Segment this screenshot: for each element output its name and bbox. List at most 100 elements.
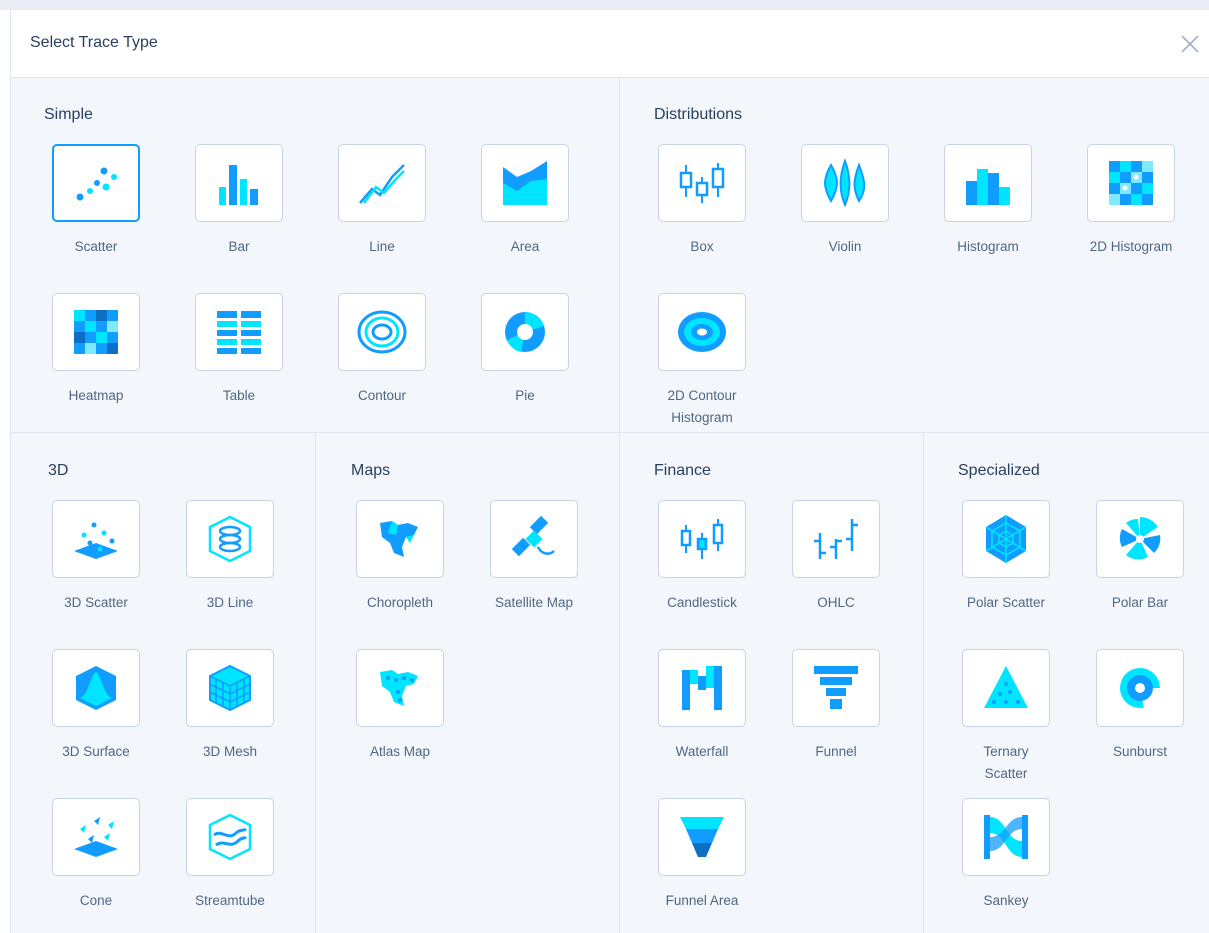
trace-heatmap[interactable]: Heatmap bbox=[52, 293, 172, 433]
waterfall-icon bbox=[682, 666, 722, 710]
trace-icon-box bbox=[658, 500, 746, 578]
trace-violin[interactable]: Violin bbox=[801, 144, 921, 284]
trace-icon-box bbox=[1096, 500, 1184, 578]
trace-icon-box bbox=[658, 649, 746, 727]
trace-histogram[interactable]: Histogram bbox=[944, 144, 1064, 284]
surface-3d-icon bbox=[76, 666, 116, 710]
trace-icon-box bbox=[52, 144, 140, 222]
trace-label: Area bbox=[510, 239, 540, 254]
trace-label: 2D Contour Histogram bbox=[667, 388, 737, 425]
trace-atlas-map[interactable]: Atlas Map bbox=[356, 649, 476, 789]
streamtube-icon bbox=[208, 813, 252, 861]
trace-funnel-area[interactable]: Funnel Area bbox=[658, 798, 778, 933]
trace-line[interactable]: Line bbox=[338, 144, 458, 284]
trace-icon-box bbox=[52, 649, 140, 727]
trace-icon-box bbox=[792, 649, 880, 727]
trace-label: 2D Histogram bbox=[1089, 239, 1173, 254]
trace-3d-mesh[interactable]: 3D Mesh bbox=[186, 649, 306, 789]
trace-choropleth[interactable]: Choropleth bbox=[356, 500, 476, 640]
choropleth-icon bbox=[380, 521, 418, 557]
trace-polar-scatter[interactable]: Polar Scatter bbox=[962, 500, 1082, 640]
trace-label: Violin bbox=[828, 239, 862, 254]
trace-label: Histogram bbox=[957, 239, 1019, 254]
polar-scatter-icon bbox=[985, 515, 1027, 563]
atlas-map-icon bbox=[380, 670, 418, 706]
cone-icon bbox=[74, 817, 118, 857]
box-icon bbox=[679, 163, 725, 203]
funnel-icon bbox=[814, 666, 858, 709]
bar-icon bbox=[219, 165, 258, 205]
trace-3d-surface[interactable]: 3D Surface bbox=[52, 649, 172, 789]
trace-bar[interactable]: Bar bbox=[195, 144, 315, 284]
trace-streamtube[interactable]: Streamtube bbox=[186, 798, 306, 933]
trace-icon-box bbox=[195, 144, 283, 222]
trace-table[interactable]: Table bbox=[195, 293, 315, 433]
sankey-icon bbox=[984, 815, 1028, 859]
divider bbox=[11, 432, 1209, 433]
pie-icon bbox=[505, 312, 545, 352]
trace-funnel[interactable]: Funnel bbox=[792, 649, 912, 789]
trace-label: Contour bbox=[357, 388, 407, 403]
trace-sankey[interactable]: Sankey bbox=[962, 798, 1082, 933]
trace-2d-histogram[interactable]: 2D Histogram bbox=[1087, 144, 1207, 284]
divider bbox=[923, 432, 924, 933]
trace-sunburst[interactable]: Sunburst bbox=[1096, 649, 1209, 789]
trace-3d-line[interactable]: 3D Line bbox=[186, 500, 306, 640]
section-title-specialized: Specialized bbox=[958, 462, 1040, 479]
trace-icon-box bbox=[338, 293, 426, 371]
section-title-simple: Simple bbox=[44, 106, 93, 123]
trace-icon-box bbox=[801, 144, 889, 222]
trace-waterfall[interactable]: Waterfall bbox=[658, 649, 778, 789]
trace-label: Polar Scatter bbox=[966, 595, 1046, 610]
trace-label: Table bbox=[222, 388, 256, 403]
trace-type-modal: Select Trace Type Simple Distributions 3… bbox=[10, 10, 1209, 933]
trace-label: 3D Mesh bbox=[202, 744, 258, 759]
trace-3d-scatter[interactable]: 3D Scatter bbox=[52, 500, 172, 640]
trace-box[interactable]: Box bbox=[658, 144, 778, 284]
trace-ternary-scatter[interactable]: Ternary Scatter bbox=[962, 649, 1082, 789]
sunburst-icon bbox=[1120, 668, 1161, 708]
satellite-icon bbox=[511, 515, 555, 557]
trace-icon-box bbox=[658, 293, 746, 371]
trace-icon-box bbox=[338, 144, 426, 222]
table-icon bbox=[217, 311, 261, 354]
section-title-distributions: Distributions bbox=[654, 106, 743, 123]
trace-label: OHLC bbox=[817, 595, 855, 610]
area-icon bbox=[503, 161, 547, 205]
line-icon bbox=[359, 164, 405, 204]
scatter-icon bbox=[76, 167, 117, 201]
trace-pie[interactable]: Pie bbox=[481, 293, 601, 433]
trace-icon-box bbox=[1087, 144, 1175, 222]
violin-icon bbox=[824, 158, 866, 208]
trace-satellite-map[interactable]: Satellite Map bbox=[490, 500, 610, 640]
trace-label: Bar bbox=[228, 239, 250, 254]
trace-icon-box bbox=[944, 144, 1032, 222]
trace-candlestick[interactable]: Candlestick bbox=[658, 500, 778, 640]
histogram-icon bbox=[966, 169, 1010, 205]
trace-icon-box bbox=[52, 798, 140, 876]
trace-icon-box bbox=[481, 144, 569, 222]
ohlc-icon bbox=[814, 519, 858, 559]
trace-icon-box bbox=[186, 798, 274, 876]
polar-bar-icon bbox=[1119, 517, 1161, 560]
trace-label: Streamtube bbox=[195, 893, 265, 908]
trace-icon-box bbox=[962, 649, 1050, 727]
trace-label: Candlestick bbox=[667, 595, 737, 610]
trace-label: Satellite Map bbox=[494, 595, 574, 610]
close-button[interactable] bbox=[1178, 32, 1202, 56]
trace-icon-box bbox=[52, 293, 140, 371]
trace-ohlc[interactable]: OHLC bbox=[792, 500, 912, 640]
trace-contour[interactable]: Contour bbox=[338, 293, 458, 433]
trace-area[interactable]: Area bbox=[481, 144, 601, 284]
trace-polar-bar[interactable]: Polar Bar bbox=[1096, 500, 1209, 640]
trace-2d-contour-histogram[interactable]: 2D Contour Histogram bbox=[658, 293, 778, 433]
trace-label: Choropleth bbox=[366, 595, 434, 610]
histogram-2d-icon bbox=[1109, 161, 1153, 205]
trace-scatter[interactable]: Scatter bbox=[52, 144, 172, 284]
trace-icon-box bbox=[962, 798, 1050, 876]
trace-cone[interactable]: Cone bbox=[52, 798, 172, 933]
trace-icon-box bbox=[186, 649, 274, 727]
trace-icon-box bbox=[658, 798, 746, 876]
trace-label: Polar Bar bbox=[1111, 595, 1169, 610]
trace-icon-box bbox=[186, 500, 274, 578]
